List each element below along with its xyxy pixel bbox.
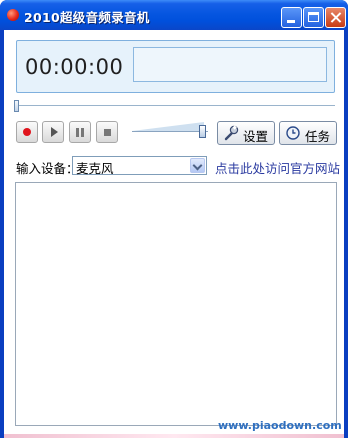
pause-icon bbox=[76, 128, 84, 137]
stop-icon bbox=[104, 129, 111, 136]
progress-slider-thumb[interactable] bbox=[14, 100, 19, 112]
time-panel: 00:00:00 bbox=[16, 40, 335, 93]
elapsed-time-display: 00:00:00 bbox=[25, 55, 124, 79]
chevron-down-icon[interactable] bbox=[190, 158, 205, 173]
input-device-label: 输入设备： bbox=[16, 161, 79, 176]
minimize-button[interactable] bbox=[281, 7, 302, 28]
maximize-button[interactable] bbox=[303, 7, 324, 28]
progress-track bbox=[15, 105, 335, 106]
official-site-link[interactable]: 点击此处访问官方网站 bbox=[215, 158, 340, 177]
record-icon bbox=[23, 128, 31, 136]
settings-button[interactable]: 设置 bbox=[217, 121, 275, 145]
pause-button[interactable] bbox=[69, 121, 91, 143]
wrench-icon bbox=[224, 125, 239, 141]
bottom-edge bbox=[4, 434, 344, 438]
app-window: 2010超级音频录音机 00:00:00 设置 任务 输入设备： 麦克风 点击此… bbox=[0, 0, 348, 438]
window-title: 2010超级音频录音机 bbox=[24, 10, 150, 25]
play-icon bbox=[51, 127, 58, 137]
close-button[interactable] bbox=[325, 7, 346, 28]
clock-icon bbox=[286, 126, 300, 140]
record-app-icon bbox=[7, 9, 19, 21]
level-display-box bbox=[133, 47, 327, 82]
stop-button[interactable] bbox=[96, 121, 118, 143]
volume-slider-thumb[interactable] bbox=[198, 125, 206, 138]
volume-wedge bbox=[132, 122, 204, 131]
play-button[interactable] bbox=[42, 121, 64, 143]
input-device-select[interactable]: 麦克风 bbox=[72, 156, 207, 176]
input-device-value: 麦克风 bbox=[76, 161, 114, 176]
record-button[interactable] bbox=[16, 121, 38, 143]
tasks-label: 任务 bbox=[305, 129, 331, 144]
volume-track bbox=[132, 131, 208, 132]
settings-label: 设置 bbox=[243, 129, 269, 144]
log-area[interactable]: www.piaodown.com bbox=[15, 182, 342, 432]
tasks-button[interactable]: 任务 bbox=[279, 121, 337, 145]
title-bar[interactable]: 2010超级音频录音机 bbox=[0, 0, 348, 30]
watermark-text: www.piaodown.com bbox=[218, 419, 342, 432]
client-area: 00:00:00 设置 任务 输入设备： 麦克风 点击此处访问官方网站 www.… bbox=[4, 30, 344, 438]
